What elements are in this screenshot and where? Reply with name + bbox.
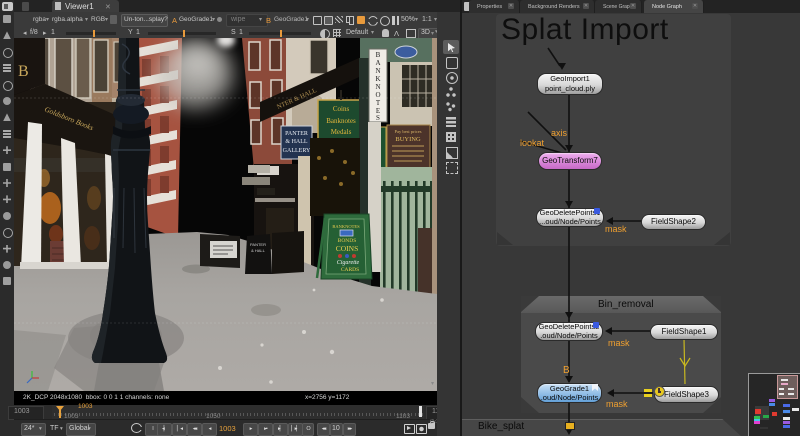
svg-text:A: A [375,59,380,67]
svg-text:B: B [376,51,381,59]
svg-text:GALLERY: GALLERY [283,148,311,154]
svg-text:K: K [375,75,380,83]
svg-text:Coins: Coins [333,105,350,113]
svg-text:Medals: Medals [331,128,352,136]
svg-text:BANKNOTES: BANKNOTES [332,224,360,229]
svg-text:N: N [375,83,380,91]
svg-text:PANTER: PANTER [285,131,308,137]
svg-text:BUYING: BUYING [395,136,421,143]
svg-text:T: T [376,99,381,107]
svg-text:Banknotes: Banknotes [326,117,356,125]
svg-text:Pay best prices: Pay best prices [395,129,422,134]
svg-text:N: N [375,67,380,75]
svg-text:Cigarette: Cigarette [337,260,360,266]
svg-text:COINS: COINS [336,244,359,253]
svg-text:PANTER: PANTER [250,242,266,247]
svg-text:CARDS: CARDS [341,267,359,273]
svg-text:S: S [376,114,380,122]
svg-text:& HALL: & HALL [285,139,307,145]
svg-text:B: B [18,63,29,80]
svg-text:& HALL: & HALL [251,248,266,253]
